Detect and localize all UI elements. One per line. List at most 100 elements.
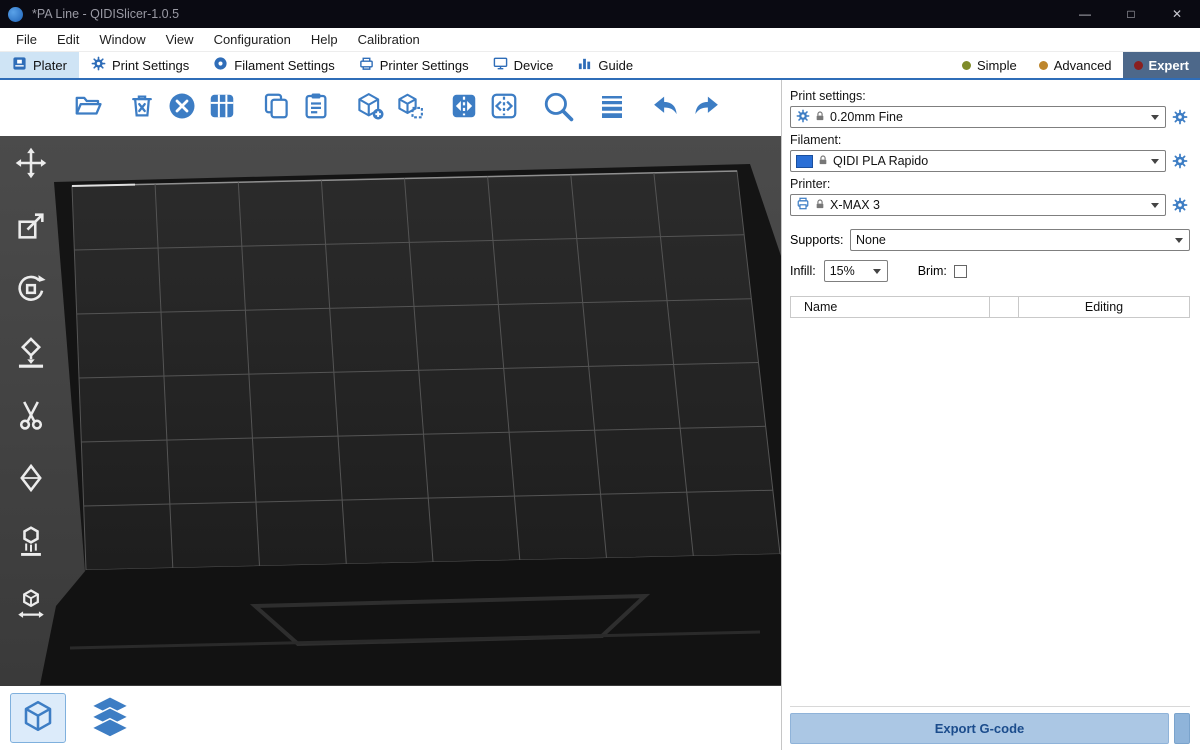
copy-button[interactable] (258, 90, 294, 126)
filament-combo[interactable]: QIDI PLA Rapido (790, 150, 1166, 172)
device-icon (493, 56, 508, 74)
tab-filament-settings[interactable]: Filament Settings (201, 52, 346, 78)
tab-guide[interactable]: Guide (565, 52, 645, 78)
export-gcode-button[interactable]: Export G-code (790, 713, 1169, 744)
add-instance-button[interactable] (352, 90, 388, 126)
titlebar[interactable]: *PA Line - QIDISlicer-1.0.5 — □ ✕ (0, 0, 1200, 28)
print-settings-label: Print settings: (790, 89, 1190, 103)
build-plate (0, 136, 781, 686)
printer-value: X-MAX 3 (830, 198, 1146, 212)
chevron-down-icon (1151, 115, 1159, 120)
add-instance-icon (355, 91, 385, 126)
print-settings-combo[interactable]: 0.20mm Fine (790, 106, 1166, 128)
layers-stack-icon (88, 694, 132, 743)
scale-tool-button[interactable] (8, 205, 54, 251)
filament-value: QIDI PLA Rapido (833, 154, 1146, 168)
settings-panel: Print settings: 0.20mm Fine Filament: QI… (781, 80, 1200, 750)
menu-window[interactable]: Window (89, 28, 155, 51)
cut-tool-button[interactable] (8, 394, 54, 440)
mode-expert[interactable]: Expert (1123, 52, 1200, 78)
chevron-down-icon (873, 269, 881, 274)
open-project-button[interactable] (70, 90, 106, 126)
undo-button[interactable] (648, 90, 684, 126)
mode-simple[interactable]: Simple (951, 52, 1028, 78)
support-paint-tool-button[interactable] (8, 520, 54, 566)
chevron-down-icon (1151, 203, 1159, 208)
menu-edit[interactable]: Edit (47, 28, 89, 51)
measure-icon (14, 587, 48, 626)
tab-print-settings[interactable]: Print Settings (79, 52, 201, 78)
delete-button[interactable] (124, 90, 160, 126)
lock-icon (815, 110, 825, 125)
app-logo-icon[interactable] (8, 7, 23, 22)
column-header-extruder (989, 296, 1019, 318)
supports-value: None (856, 233, 1170, 247)
minimize-button[interactable]: — (1062, 0, 1108, 28)
infill-combo[interactable]: 15% (824, 260, 888, 282)
print-settings-gear-button[interactable] (1170, 109, 1190, 125)
tab-plater[interactable]: Plater (0, 52, 79, 78)
printer-icon (359, 56, 374, 74)
split-parts-icon (489, 91, 519, 126)
brim-checkbox[interactable] (954, 265, 967, 278)
filament-color-swatch (796, 155, 813, 168)
menu-file[interactable]: File (6, 28, 47, 51)
tab-label: Filament Settings (234, 58, 334, 73)
window-controls: — □ ✕ (1062, 0, 1200, 28)
preview-toggle[interactable] (80, 691, 140, 745)
rotate-tool-button[interactable] (8, 268, 54, 314)
infill-label: Infill: (790, 264, 816, 278)
tab-device[interactable]: Device (481, 52, 566, 78)
export-options-button[interactable] (1174, 713, 1190, 744)
variable-layer-height-button[interactable] (594, 90, 630, 126)
paste-icon (301, 91, 331, 126)
supports-label: Supports: (790, 233, 850, 247)
arrange-button[interactable] (204, 90, 240, 126)
editor-3d-toggle[interactable] (10, 693, 66, 743)
object-list-header: Name Editing (790, 296, 1190, 318)
menu-configuration[interactable]: Configuration (204, 28, 301, 51)
gear-icon (796, 109, 810, 126)
viewport-3d[interactable] (0, 136, 781, 686)
printer-combo[interactable]: X-MAX 3 (790, 194, 1166, 216)
clone-instance-icon (395, 91, 425, 126)
clone-instance-button[interactable] (392, 90, 428, 126)
split-to-objects-button[interactable] (446, 90, 482, 126)
mode-switcher: Simple Advanced Expert (951, 52, 1200, 78)
menubar: File Edit Window View Configuration Help… (0, 28, 1200, 52)
search-icon (541, 89, 575, 128)
tabbar: Plater Print Settings Filament Settings … (0, 52, 1200, 80)
mode-advanced[interactable]: Advanced (1028, 52, 1123, 78)
maximize-button[interactable]: □ (1108, 0, 1154, 28)
tab-label: Print Settings (112, 58, 189, 73)
split-to-parts-button[interactable] (486, 90, 522, 126)
paste-button[interactable] (298, 90, 334, 126)
gear-icon (91, 56, 106, 74)
filament-gear-button[interactable] (1170, 153, 1190, 169)
tab-label: Device (514, 58, 554, 73)
supports-combo[interactable]: None (850, 229, 1190, 251)
place-on-face-tool-button[interactable] (8, 331, 54, 377)
tab-label: Printer Settings (380, 58, 469, 73)
delete-all-button[interactable] (164, 90, 200, 126)
tab-label: Plater (33, 58, 67, 73)
copy-icon (261, 91, 291, 126)
arrange-grid-icon (207, 91, 237, 126)
redo-button[interactable] (688, 90, 724, 126)
menu-calibration[interactable]: Calibration (348, 28, 430, 51)
print-settings-value: 0.20mm Fine (830, 110, 1146, 124)
tab-printer-settings[interactable]: Printer Settings (347, 52, 481, 78)
scissors-icon (14, 398, 48, 437)
menu-view[interactable]: View (156, 28, 204, 51)
seam-paint-tool-button[interactable] (8, 457, 54, 503)
menu-help[interactable]: Help (301, 28, 348, 51)
lock-icon (818, 154, 828, 169)
move-tool-button[interactable] (8, 142, 54, 188)
object-list[interactable] (790, 318, 1190, 706)
close-button[interactable]: ✕ (1154, 0, 1200, 28)
measure-tool-button[interactable] (8, 583, 54, 629)
export-footer: Export G-code (790, 706, 1190, 746)
search-button[interactable] (540, 90, 576, 126)
view-mode-bar (0, 686, 781, 750)
printer-gear-button[interactable] (1170, 197, 1190, 213)
